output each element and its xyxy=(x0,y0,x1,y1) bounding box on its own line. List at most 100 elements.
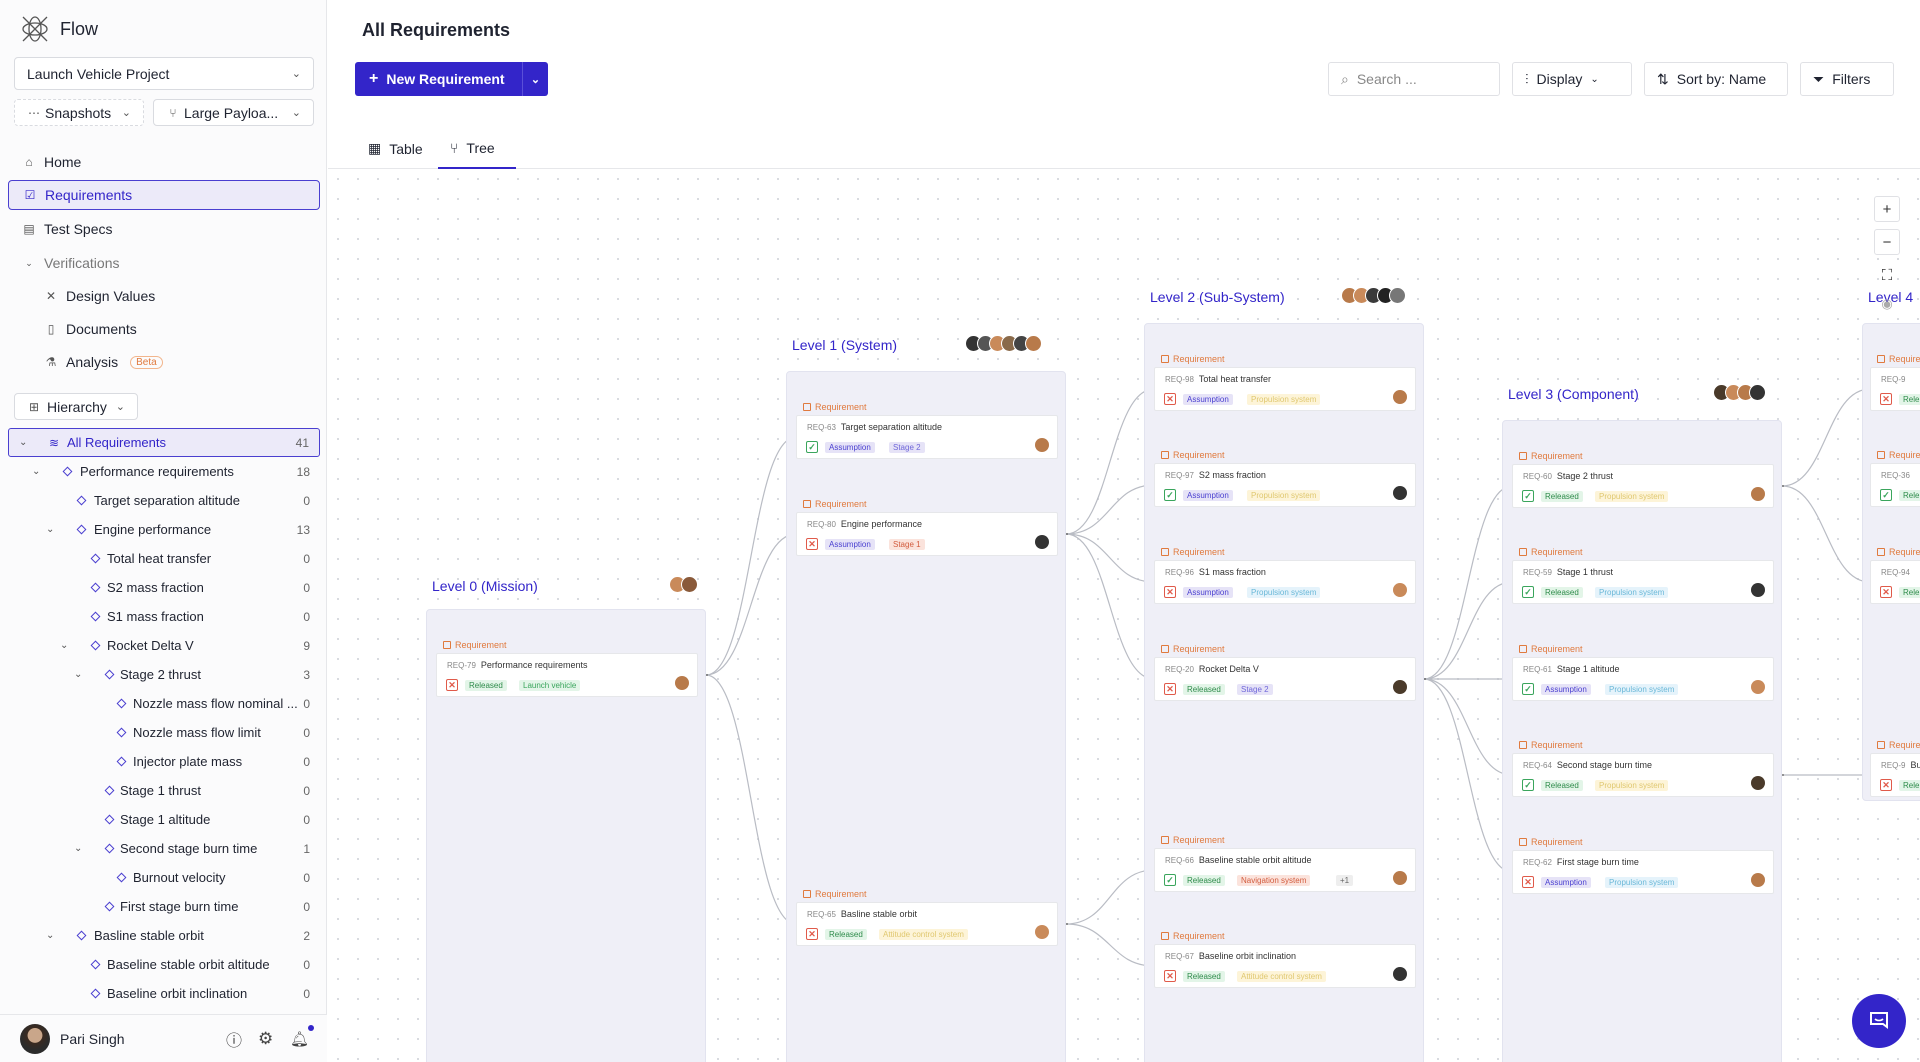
cross-icon[interactable]: ✕ xyxy=(806,538,818,550)
fit-view-icon[interactable]: ⛶ xyxy=(1874,262,1900,288)
tree-item[interactable]: Total heat transfer 0 xyxy=(8,544,320,573)
requirement-card[interactable]: Requirement REQ-59 Stage 1 thrust ✓ Released… xyxy=(1512,547,1774,604)
requirement-card[interactable]: Requirement REQ-9 Bu ✕ Rele xyxy=(1870,740,1920,797)
tree-item[interactable]: Stage 1 thrust 0 xyxy=(8,776,320,805)
tree-item[interactable]: ⌄ Engine performance 13 xyxy=(8,515,320,544)
cross-icon[interactable]: ✕ xyxy=(1164,586,1176,598)
assignee-avatar[interactable] xyxy=(1751,776,1765,790)
assignee-avatar[interactable] xyxy=(1751,583,1765,597)
tree-item[interactable]: Nozzle mass flow nominal ... 0 xyxy=(8,689,320,718)
eye-icon[interactable]: ◉ xyxy=(1874,291,1900,317)
assignee-avatar[interactable] xyxy=(1393,871,1407,885)
requirement-card[interactable]: Requirement REQ-67 Baseline orbit inclinat… xyxy=(1154,931,1416,988)
cross-icon[interactable]: ✕ xyxy=(1164,970,1176,982)
cross-icon[interactable]: ✕ xyxy=(1880,393,1892,405)
cross-icon[interactable]: ✕ xyxy=(1880,779,1892,791)
tree-item[interactable]: ⌄ Second stage burn time 1 xyxy=(8,834,320,863)
nav-requirements[interactable]: ☑ Requirements xyxy=(8,180,320,210)
tree-item[interactable]: Baseline orbit inclination 0 xyxy=(8,979,320,1008)
assignee-avatar[interactable] xyxy=(1751,680,1765,694)
tree-item[interactable]: ⌄ Stage 2 thrust 3 xyxy=(8,660,320,689)
check-icon[interactable]: ✓ xyxy=(1164,874,1176,886)
requirement-card[interactable]: Requirement REQ-20 Rocket Delta V ✕ Released… xyxy=(1154,644,1416,701)
assignee-avatar[interactable] xyxy=(1035,925,1049,939)
check-icon[interactable]: ✓ xyxy=(1522,490,1534,502)
project-select[interactable]: Launch Vehicle Project ⌄ xyxy=(14,57,314,90)
requirement-card[interactable]: Requirement REQ-63 Target separation altit… xyxy=(796,402,1058,459)
requirement-card[interactable]: Requirement REQ-60 Stage 2 thrust ✓ Released… xyxy=(1512,451,1774,508)
requirement-card[interactable]: Requirement REQ-97 S2 mass fraction ✓ Assump… xyxy=(1154,450,1416,507)
tree-item[interactable]: Stage 1 altitude 0 xyxy=(8,805,320,834)
gear-icon[interactable]: ⚙ xyxy=(258,1029,273,1049)
chevron-down-icon[interactable]: ⌄ xyxy=(522,62,548,96)
level-0-avatars[interactable] xyxy=(669,576,698,593)
zoom-in-button[interactable]: + xyxy=(1874,196,1900,222)
level-2-avatars[interactable] xyxy=(1341,287,1406,304)
tree-item-all-requirements[interactable]: ⌄ ≋ All Requirements 41 xyxy=(8,428,320,457)
requirement-card[interactable]: Requirement REQ-96 S1 mass fraction ✕ Assump… xyxy=(1154,547,1416,604)
cross-icon[interactable]: ✕ xyxy=(1164,393,1176,405)
tab-table[interactable]: ▦ Table xyxy=(368,128,428,169)
tree-item[interactable]: ⌄ Performance requirements 18 xyxy=(8,457,320,486)
check-icon[interactable]: ✓ xyxy=(1522,586,1534,598)
assignee-avatar[interactable] xyxy=(1393,680,1407,694)
assignee-avatar[interactable] xyxy=(1393,486,1407,500)
assignee-avatar[interactable] xyxy=(1035,535,1049,549)
zoom-out-button[interactable]: − xyxy=(1874,229,1900,255)
assignee-avatar[interactable] xyxy=(1035,438,1049,452)
check-icon[interactable]: ✓ xyxy=(1880,489,1892,501)
nav-analysis[interactable]: ⚗ Analysis Beta xyxy=(8,347,320,377)
tree-item[interactable]: ⌄ Rocket Delta V 9 xyxy=(8,631,320,660)
cross-icon[interactable]: ✕ xyxy=(1522,876,1534,888)
tree-item[interactable]: Target separation altitude 0 xyxy=(8,486,320,515)
tab-tree[interactable]: ⑂ Tree xyxy=(438,128,516,169)
requirement-card[interactable]: Requirement REQ-65 Basline stable orbit ✕ Re… xyxy=(796,889,1058,946)
avatar[interactable] xyxy=(20,1023,50,1054)
tree-item[interactable]: ⌄ Basline stable orbit 2 xyxy=(8,921,320,950)
nav-documents[interactable]: ▯ Documents xyxy=(8,314,320,344)
requirement-card[interactable]: Requirement REQ-80 Engine performance ✕ Assu… xyxy=(796,499,1058,556)
requirement-card[interactable]: Requirement REQ-98 Total heat transfer ✕ Ass… xyxy=(1154,354,1416,411)
hierarchy-select[interactable]: ⊞ Hierarchy ⌄ xyxy=(14,393,138,420)
level-1-avatars[interactable] xyxy=(965,335,1042,352)
check-icon[interactable]: ✓ xyxy=(1164,489,1176,501)
requirement-card[interactable]: Requirement REQ-36 ✓ Rele xyxy=(1870,450,1920,507)
assignee-avatar[interactable] xyxy=(1751,487,1765,501)
nav-verifications[interactable]: ⌄ Verifications xyxy=(8,248,320,278)
search-input[interactable]: ⌕ Search ... xyxy=(1328,62,1500,96)
tree-item[interactable]: Burnout velocity 0 xyxy=(8,863,320,892)
assignee-avatar[interactable] xyxy=(675,676,689,690)
nav-test-specs[interactable]: ▤ Test Specs xyxy=(8,214,320,244)
requirement-card[interactable]: Requirement REQ-9 ✕ Rele xyxy=(1870,354,1920,411)
requirement-card[interactable]: Requirement REQ-61 Stage 1 altitude ✓ Assump… xyxy=(1512,644,1774,701)
chat-launcher-button[interactable] xyxy=(1852,994,1906,1048)
cross-icon[interactable]: ✕ xyxy=(1880,586,1892,598)
check-icon[interactable]: ✓ xyxy=(1522,683,1534,695)
filters-button[interactable]: ⏷ Filters xyxy=(1800,62,1894,96)
branch-select[interactable]: ⑂ Large Payloa... ⌄ xyxy=(153,99,314,126)
assignee-avatar[interactable] xyxy=(1393,583,1407,597)
bell-icon[interactable]: 🔔︎ xyxy=(290,1030,309,1048)
cross-icon[interactable]: ✕ xyxy=(806,928,818,940)
check-icon[interactable]: ✓ xyxy=(806,441,818,453)
level-3-avatars[interactable] xyxy=(1713,384,1766,401)
tree-item[interactable]: Injector plate mass 0 xyxy=(8,747,320,776)
assignee-avatar[interactable] xyxy=(1751,873,1765,887)
requirement-card[interactable]: Requirement REQ-62 First stage burn time ✕ A… xyxy=(1512,837,1774,894)
cross-icon[interactable]: ✕ xyxy=(446,679,458,691)
assignee-avatar[interactable] xyxy=(1393,390,1407,404)
assignee-avatar[interactable] xyxy=(1393,967,1407,981)
requirement-card[interactable]: Requirement REQ-94 ✕ Rele xyxy=(1870,547,1920,604)
nav-design-values[interactable]: ✕ Design Values xyxy=(8,281,320,311)
new-requirement-button[interactable]: + New Requirement ⌄ xyxy=(355,62,548,96)
nav-home[interactable]: ⌂ Home xyxy=(8,147,320,177)
tree-item[interactable]: S2 mass fraction 0 xyxy=(8,573,320,602)
snapshots-select[interactable]: ⋯ Snapshots ⌄ xyxy=(14,99,144,126)
app-logo[interactable]: Flow xyxy=(20,14,98,44)
requirement-card[interactable]: Requirement REQ-79 Performance requirement… xyxy=(436,640,698,697)
display-button[interactable]: ⫶ Display ⌄ xyxy=(1512,62,1632,96)
tree-item[interactable]: Nozzle mass flow limit 0 xyxy=(8,718,320,747)
requirement-card[interactable]: Requirement REQ-64 Second stage burn time ✓… xyxy=(1512,740,1774,797)
tree-item[interactable]: First stage burn time 0 xyxy=(8,892,320,921)
tree-canvas[interactable]: Level 0 (Mission) Level 1 (System) Level… xyxy=(328,169,1920,1062)
